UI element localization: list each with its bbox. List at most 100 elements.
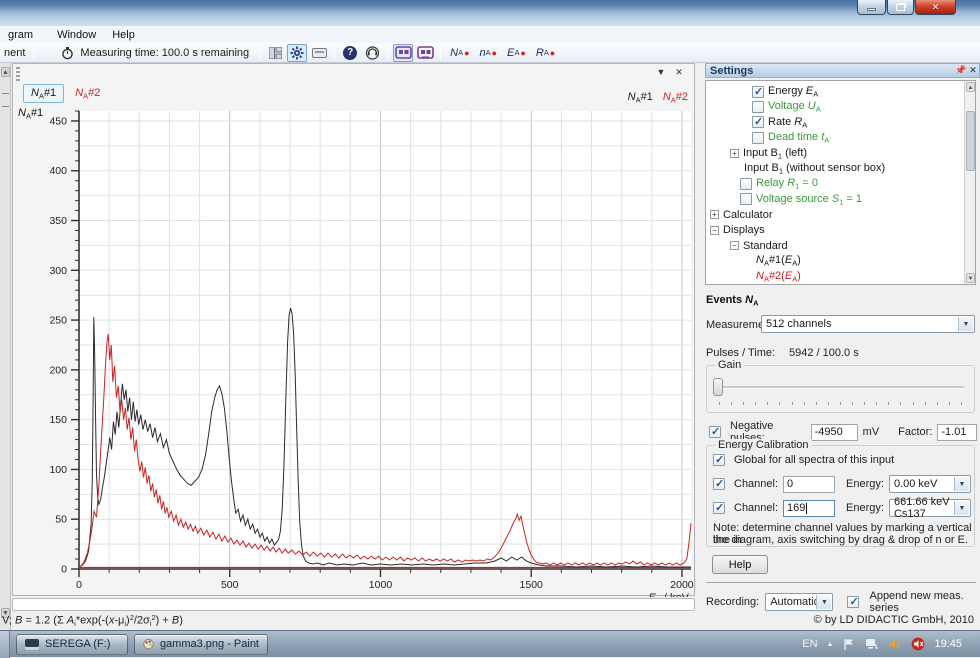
pin-icon[interactable]: 📌 xyxy=(955,65,967,76)
negative-pulses-checkbox[interactable] xyxy=(709,426,721,438)
gain-slider-ticks xyxy=(719,402,962,406)
cassy-module-1-button[interactable] xyxy=(393,44,413,62)
channel1-checkbox[interactable] xyxy=(713,478,725,490)
energy1-dropdown[interactable]: 0.00 keV▼ xyxy=(889,475,971,493)
taskbar-item-paint[interactable]: gamma3.png - Paint xyxy=(134,634,268,655)
expand-icon[interactable]: + xyxy=(710,210,719,219)
quantity-na2-button[interactable]: nA● xyxy=(476,44,502,62)
taskbar-item-label: gamma3.png - Paint xyxy=(160,638,259,650)
headset-icon xyxy=(365,46,380,60)
tree-item-label: Voltage UA xyxy=(768,100,821,113)
help-button[interactable]: Help xyxy=(712,555,768,574)
scrollbar-thumb[interactable] xyxy=(966,111,975,171)
tree-item-voltage-source[interactable]: Voltage source S1 = 1 xyxy=(706,192,975,207)
comment-field-fragment[interactable]: nent xyxy=(0,47,29,59)
audio-support-button[interactable] xyxy=(362,44,382,62)
scroll-up-icon[interactable]: ▲ xyxy=(966,82,975,92)
append-checkbox[interactable] xyxy=(847,596,859,608)
channel2-checkbox[interactable] xyxy=(713,502,725,514)
taskbar-item-label: SEREGA (F:) xyxy=(45,638,110,650)
quantity-ra-button[interactable]: RA● xyxy=(532,44,559,62)
tree-item-calculator[interactable]: +Calculator xyxy=(706,207,975,222)
cassy-module-icon xyxy=(417,46,434,59)
taskbar-edge xyxy=(0,631,10,658)
svg-text:0: 0 xyxy=(61,564,67,576)
quantity-na-button[interactable]: NA● xyxy=(446,44,473,62)
global-calibration-checkbox[interactable] xyxy=(713,454,725,466)
factor-label: Factor: xyxy=(898,426,932,438)
tray-expand-icon[interactable]: ▲ xyxy=(827,641,834,648)
settings-gear-button[interactable] xyxy=(287,44,307,62)
toolbar: nent Measuring time: 100.0 s remaining ?… xyxy=(0,43,980,63)
channel1-input[interactable]: 0 xyxy=(783,476,835,493)
gain-slider-track[interactable] xyxy=(717,386,964,389)
cassy-module-icon xyxy=(395,46,412,59)
gain-slider-thumb[interactable] xyxy=(713,378,723,396)
network-icon[interactable] xyxy=(865,637,879,651)
tree-item-input-b1-nosensor[interactable]: Input B1 (without sensor box) xyxy=(706,161,975,176)
tree-item-displays[interactable]: −Displays xyxy=(706,223,975,238)
checkbox[interactable] xyxy=(752,101,764,113)
keypad-icon xyxy=(312,48,327,58)
gain-label: Gain xyxy=(715,359,744,371)
muted-speaker-icon[interactable] xyxy=(911,637,925,651)
tree-item-voltage[interactable]: Voltage UA xyxy=(706,99,975,114)
svg-text:50: 50 xyxy=(55,514,67,526)
volume-mixer-icon[interactable] xyxy=(888,637,902,651)
recording-row: Recording: Automatic▼ Append new meas. s… xyxy=(706,590,976,614)
checkbox[interactable] xyxy=(740,193,752,205)
splitter-grip[interactable] xyxy=(2,93,9,107)
checkbox[interactable] xyxy=(752,86,764,98)
tree-item-na2-display[interactable]: NA#2(EA) xyxy=(706,269,975,284)
close-button[interactable]: ✕ xyxy=(915,0,956,15)
language-indicator[interactable]: EN xyxy=(802,638,817,650)
clock[interactable]: 19:45 xyxy=(934,638,962,650)
spectrum-chart[interactable]: 0501001502002503003504004500500100015002… xyxy=(13,64,696,597)
checkbox[interactable] xyxy=(740,178,752,190)
diagram-pane: NA#1 NA#2 ▼ ✕ NA#1 NA#2 NA#1 05010015020… xyxy=(12,63,695,596)
menu-item-diagram[interactable]: gram xyxy=(0,29,41,41)
collapse-icon[interactable]: − xyxy=(730,241,739,250)
energy-calibration-label: Energy Calibration xyxy=(715,439,812,451)
settings-close-icon[interactable]: ✕ xyxy=(967,65,979,76)
tree-item-rate[interactable]: Rate RA xyxy=(706,115,975,130)
layout-grid-button[interactable] xyxy=(265,44,285,62)
pulses-value: 5942 / 100.0 s xyxy=(789,347,859,359)
tree-item-dead-time[interactable]: Dead time tA xyxy=(706,130,975,145)
tree-item-input-b1-left[interactable]: +Input B1 (left) xyxy=(706,146,975,161)
help-button-toolbar[interactable]: ? xyxy=(340,44,360,62)
factor-input[interactable]: -1.01 xyxy=(937,424,977,441)
tree-item-standard[interactable]: −Standard xyxy=(706,238,975,253)
quantity-ea-button[interactable]: EA● xyxy=(503,44,530,62)
recording-dropdown[interactable]: Automatic▼ xyxy=(765,593,833,611)
text-caret xyxy=(806,503,807,514)
tree-item-relay[interactable]: Relay R1 = 0 xyxy=(706,176,975,191)
separator xyxy=(706,582,976,583)
checkbox[interactable] xyxy=(752,116,764,128)
collapse-icon[interactable]: − xyxy=(710,226,719,235)
checkbox[interactable] xyxy=(752,132,764,144)
action-center-flag-icon[interactable] xyxy=(842,637,856,651)
tree-item-label: Input B1 (without sensor box) xyxy=(744,162,885,175)
scroll-up-icon[interactable]: ▲ xyxy=(1,67,10,77)
minimize-button[interactable] xyxy=(857,0,886,15)
expand-icon[interactable]: + xyxy=(730,149,739,158)
display-settings-button[interactable] xyxy=(309,44,329,62)
energy1-value: 0.00 keV xyxy=(894,478,937,490)
taskbar-item-serega[interactable]: SEREGA (F:) xyxy=(16,634,128,655)
channel2-input[interactable]: 169 xyxy=(783,500,835,517)
menu-item-window[interactable]: Window xyxy=(49,29,104,41)
menu-item-help[interactable]: Help xyxy=(104,29,143,41)
energy2-dropdown[interactable]: 661.66 keV Cs137▼ xyxy=(889,499,971,517)
scroll-down-icon[interactable]: ▼ xyxy=(966,273,975,283)
mv-label: mV xyxy=(863,426,880,438)
cassy-module-2-button[interactable] xyxy=(415,44,435,62)
svg-text:1000: 1000 xyxy=(369,579,393,591)
tree-item-energy[interactable]: Energy EA xyxy=(706,84,975,99)
tree-scrollbar[interactable]: ▲ ▼ xyxy=(964,81,975,284)
tree-item-label: Relay R1 = 0 xyxy=(756,177,818,190)
measurement-dropdown[interactable]: 512 channels ▼ xyxy=(761,315,975,333)
negative-pulses-input[interactable]: -4950 xyxy=(811,424,858,441)
restore-button[interactable] xyxy=(887,0,914,15)
tree-item-na1-display[interactable]: NA#1(EA) xyxy=(706,253,975,268)
